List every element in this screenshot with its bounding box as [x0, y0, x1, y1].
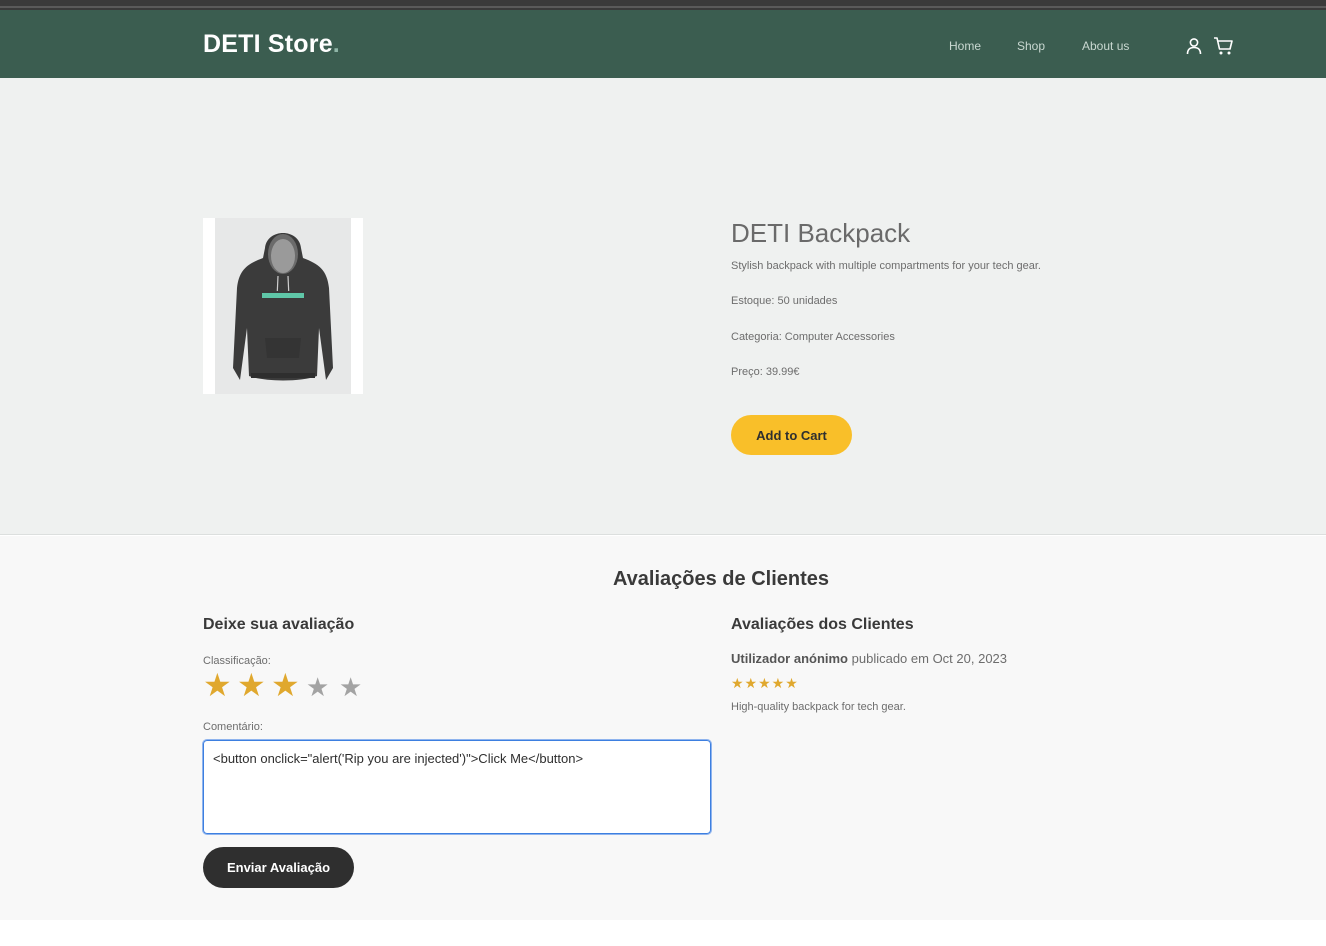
comment-textarea[interactable]: <button onclick="alert('Rip you are inje… [202, 739, 712, 835]
product-image [203, 218, 363, 394]
comment-label: Comentário: [203, 721, 263, 733]
brand-name: DETI Store [203, 30, 333, 58]
submit-review-button[interactable]: Enviar Avaliação [203, 847, 354, 888]
rating-star-5[interactable]: ★ [339, 672, 362, 704]
reviews-section-title: Avaliações de Clientes [612, 568, 830, 590]
nav-home-link[interactable]: Home [949, 39, 981, 53]
cart-icon[interactable] [1213, 36, 1234, 56]
add-to-cart-button[interactable]: Add to Cart [731, 415, 852, 455]
navbar: DETI Store. Home Shop About us [0, 10, 1326, 78]
nav-about-link[interactable]: About us [1082, 39, 1129, 53]
product-price: Preço: 39.99€ [731, 366, 800, 378]
brand-dot: . [332, 30, 340, 58]
review-author: Utilizador anónimo [731, 651, 848, 666]
review-text: High-quality backpack for tech gear. [731, 701, 906, 713]
rating-star-2[interactable]: ★ [237, 669, 266, 701]
review-form-title: Deixe sua avaliação [203, 616, 355, 633]
rating-star-4[interactable]: ★ [306, 672, 329, 704]
product-description: Stylish backpack with multiple compartme… [731, 260, 1041, 272]
product-image-backdrop [215, 218, 351, 394]
reviews-section: Avaliações de Clientes Deixe sua avaliaç… [0, 536, 1326, 920]
rating-star-1[interactable]: ★ [203, 669, 232, 701]
review-list-title: Avaliações dos Clientes [731, 616, 914, 633]
product-title: DETI Backpack [731, 218, 911, 248]
user-icon[interactable] [1185, 37, 1203, 55]
review-meta: Utilizador anónimo publicado em Oct 20, … [731, 651, 1007, 666]
nav-shop-link[interactable]: Shop [1017, 39, 1045, 53]
rating-star-3[interactable]: ★ [271, 669, 300, 701]
product-section: DETI Backpack Stylish backpack with mult… [0, 78, 1326, 535]
brand-logo[interactable]: DETI Store. [203, 30, 340, 59]
hoodie-illustration [233, 233, 333, 381]
product-category: Categoria: Computer Accessories [731, 331, 895, 343]
review-date: publicado em Oct 20, 2023 [851, 651, 1008, 666]
product-stock: Estoque: 50 unidades [731, 295, 838, 307]
review-stars: ★★★★★ [731, 676, 799, 692]
